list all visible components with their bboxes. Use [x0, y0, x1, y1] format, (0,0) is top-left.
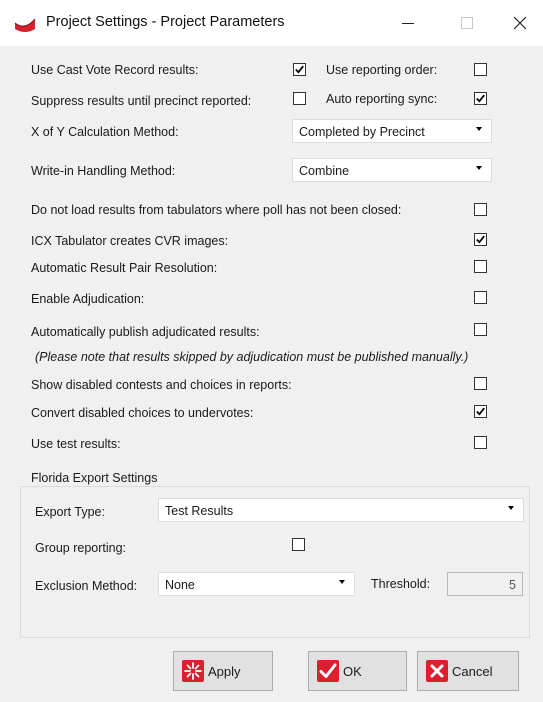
threshold-value: 5: [509, 578, 516, 592]
use-test-results-checkbox[interactable]: [474, 436, 487, 449]
use-reporting-order-checkbox[interactable]: [474, 63, 487, 76]
maximize-button[interactable]: [444, 8, 490, 38]
xofy-method-value: Completed by Precinct: [299, 125, 425, 139]
title-bar[interactable]: Project Settings - Project Parameters: [0, 0, 543, 46]
export-type-label: Export Type:: [35, 505, 105, 519]
auto-pair-resolution-checkbox[interactable]: [474, 260, 487, 273]
use-cvr-label: Use Cast Vote Record results:: [31, 63, 199, 77]
show-disabled-checkbox[interactable]: [474, 377, 487, 390]
ok-label: OK: [343, 664, 362, 679]
auto-reporting-sync-label: Auto reporting sync:: [326, 92, 438, 106]
adjudication-note: (Please note that results skipped by adj…: [35, 350, 469, 364]
auto-publish-adjudicated-checkbox[interactable]: [474, 323, 487, 336]
cancel-button[interactable]: Cancel: [417, 651, 519, 691]
convert-disabled-label: Convert disabled choices to undervotes:: [31, 406, 254, 420]
suppress-results-label: Suppress results until precinct reported…: [31, 94, 252, 108]
close-icon: [513, 16, 527, 30]
use-reporting-order-label: Use reporting order:: [326, 63, 438, 77]
no-load-unclosed-checkbox[interactable]: [474, 203, 487, 216]
florida-group-title: Florida Export Settings: [28, 471, 161, 485]
xofy-method-select[interactable]: Completed by Precinct: [292, 119, 492, 143]
export-type-value: Test Results: [165, 504, 234, 518]
minimize-icon: [402, 23, 414, 24]
cancel-label: Cancel: [452, 664, 493, 679]
icx-cvr-images-label: ICX Tabulator creates CVR images:: [31, 234, 229, 248]
threshold-input[interactable]: 5: [447, 572, 523, 596]
settings-panel: Use Cast Vote Record results: Use report…: [0, 46, 543, 702]
app-logo-icon: [14, 18, 36, 32]
use-cvr-checkbox[interactable]: [293, 63, 306, 76]
chevron-down-icon: [508, 506, 514, 510]
chevron-down-icon: [476, 127, 482, 131]
apply-button[interactable]: Apply: [173, 651, 273, 691]
exclusion-method-value: None: [165, 578, 195, 592]
convert-disabled-checkbox[interactable]: [474, 405, 487, 418]
cancel-icon: [426, 660, 448, 682]
apply-label: Apply: [208, 664, 241, 679]
chevron-down-icon: [476, 166, 482, 170]
checkmark-icon: [476, 235, 485, 244]
writein-method-label: Write-in Handling Method:: [31, 164, 176, 178]
no-load-unclosed-label: Do not load results from tabulators wher…: [31, 203, 402, 217]
apply-icon: [182, 660, 204, 682]
close-button[interactable]: [497, 8, 543, 38]
threshold-label: Threshold:: [371, 577, 431, 591]
auto-pair-resolution-label: Automatic Result Pair Resolution:: [31, 261, 218, 275]
checkmark-icon: [476, 407, 485, 416]
checkmark-icon: [317, 660, 339, 682]
window-title: Project Settings - Project Parameters: [46, 14, 285, 30]
group-reporting-checkbox[interactable]: [292, 538, 305, 551]
checkmark-icon: [295, 65, 304, 74]
chevron-down-icon: [339, 580, 345, 584]
icx-cvr-images-checkbox[interactable]: [474, 233, 487, 246]
export-type-select[interactable]: Test Results: [158, 498, 524, 522]
suppress-results-checkbox[interactable]: [293, 92, 306, 105]
use-test-results-label: Use test results:: [31, 437, 121, 451]
xofy-method-label: X of Y Calculation Method:: [31, 125, 179, 139]
group-reporting-label: Group reporting:: [35, 541, 127, 555]
maximize-icon: [461, 17, 473, 29]
enable-adjudication-label: Enable Adjudication:: [31, 292, 145, 306]
writein-method-select[interactable]: Combine: [292, 158, 492, 182]
enable-adjudication-checkbox[interactable]: [474, 291, 487, 304]
minimize-button[interactable]: [384, 8, 430, 38]
exclusion-method-select[interactable]: None: [158, 572, 355, 596]
auto-reporting-sync-checkbox[interactable]: [474, 92, 487, 105]
ok-button[interactable]: OK: [308, 651, 407, 691]
writein-method-value: Combine: [299, 164, 350, 178]
show-disabled-label: Show disabled contests and choices in re…: [31, 378, 292, 392]
auto-publish-adjudicated-label: Automatically publish adjudicated result…: [31, 325, 260, 339]
exclusion-method-label: Exclusion Method:: [35, 579, 138, 593]
checkmark-icon: [476, 94, 485, 103]
